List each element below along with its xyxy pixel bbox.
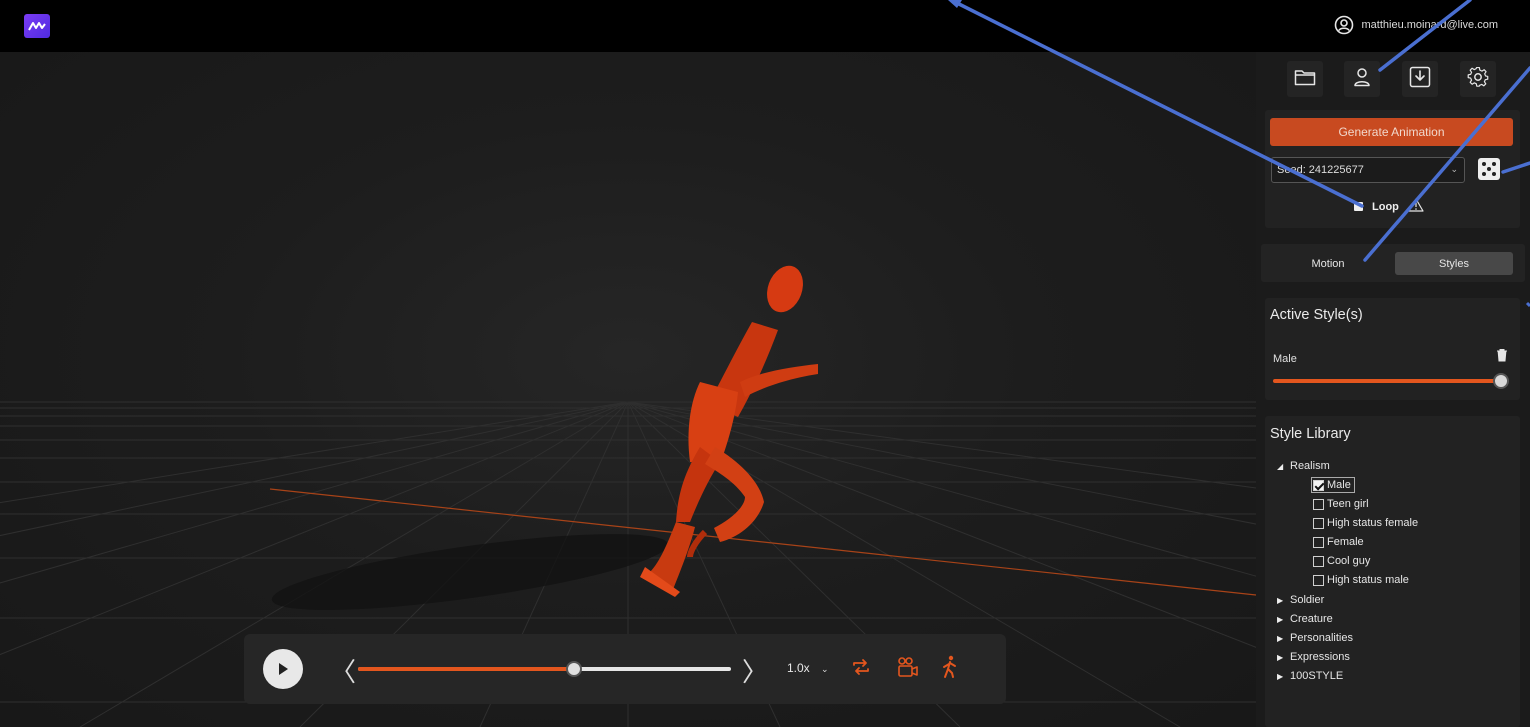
tree-group-label: Expressions (1290, 651, 1350, 663)
tree-group-label: Personalities (1290, 632, 1353, 644)
tree-group-label: Creature (1290, 613, 1333, 625)
seed-value: Seed: 241225677 (1277, 164, 1364, 176)
active-style-name: Male (1273, 353, 1297, 365)
tree-group-soldier[interactable]: ▶ Soldier (1277, 594, 1324, 606)
loop-checkbox[interactable] (1354, 202, 1363, 211)
tree-item-high-status-female[interactable]: High status female (1313, 517, 1418, 529)
checkbox[interactable] (1313, 574, 1324, 586)
play-button[interactable] (263, 649, 303, 689)
style-weight-handle[interactable] (1493, 373, 1509, 389)
tree-item-female[interactable]: Female (1313, 536, 1364, 548)
style-weight-slider[interactable] (1273, 379, 1503, 383)
gear-icon (1467, 66, 1489, 93)
open-project-button[interactable] (1287, 61, 1323, 97)
user-circle-icon (1334, 15, 1354, 35)
walking-figure-icon[interactable] (942, 655, 958, 684)
play-icon (279, 663, 288, 675)
tree-item-high-status-male[interactable]: High status male (1313, 574, 1409, 586)
checkbox-checked[interactable] (1313, 479, 1324, 491)
tree-item-cool-guy[interactable]: Cool guy (1313, 555, 1370, 567)
checkbox[interactable] (1313, 536, 1324, 548)
playback-bar: 〈 〉 1.0x ⌄ (244, 634, 1006, 704)
tree-group-personalities[interactable]: ▶ Personalities (1277, 632, 1353, 644)
caret-right-icon: ▶ (1277, 633, 1284, 643)
checkbox[interactable] (1313, 555, 1324, 567)
tree-group-label: 100STYLE (1290, 670, 1344, 682)
camera-follow-icon[interactable] (896, 655, 920, 684)
checkbox[interactable] (1313, 517, 1324, 529)
character-button[interactable] (1344, 61, 1380, 97)
tree-group-label: Soldier (1290, 594, 1325, 606)
tree-item-label: High status male (1327, 574, 1409, 586)
user-icon (1353, 67, 1371, 92)
export-button[interactable] (1402, 61, 1438, 97)
previous-frame-button[interactable]: 〈 (330, 652, 356, 689)
user-email: matthieu.moinard@live.com (1361, 19, 1499, 31)
timeline-progress (358, 667, 575, 671)
tree-group-creature[interactable]: ▶ Creature (1277, 613, 1333, 625)
caret-right-icon: ▶ (1277, 671, 1284, 681)
style-library-title: Style Library (1270, 426, 1351, 442)
speed-value: 1.0x (787, 661, 810, 675)
loop-label: Loop (1372, 200, 1399, 213)
seed-select[interactable]: Seed: 241225677 ⌄ (1271, 157, 1465, 183)
loop-option: Loop (1354, 198, 1424, 215)
tree-item-label: High status female (1327, 517, 1419, 529)
warning-icon[interactable] (1408, 198, 1424, 215)
tree-group-realism[interactable]: ◢ Realism (1277, 460, 1330, 472)
character-figure (640, 265, 818, 597)
caret-right-icon: ▶ (1277, 652, 1284, 662)
mode-tabs: Motion Styles (1261, 244, 1525, 282)
user-account[interactable]: matthieu.moinard@live.com (1334, 15, 1499, 35)
timeline-handle[interactable] (566, 661, 583, 677)
tree-item-male[interactable]: Male (1311, 477, 1355, 493)
next-frame-button[interactable]: 〉 (742, 652, 768, 689)
timeline-slider[interactable] (358, 661, 731, 677)
tree-group-100style[interactable]: ▶ 100STYLE (1277, 670, 1343, 682)
checkbox[interactable] (1313, 498, 1324, 510)
download-icon (1409, 66, 1431, 93)
caret-right-icon: ▶ (1277, 595, 1284, 605)
tree-item-label: Cool guy (1327, 555, 1371, 567)
tree-item-label: Male (1327, 479, 1351, 491)
folder-icon (1294, 68, 1316, 91)
caret-down-icon: ◢ (1277, 461, 1284, 471)
app-logo-icon[interactable] (24, 14, 50, 38)
active-styles-title: Active Style(s) (1270, 307, 1363, 323)
chevron-down-icon: ⌄ (821, 664, 829, 674)
trash-icon[interactable] (1496, 348, 1508, 367)
3d-viewport[interactable]: 〈 〉 1.0x ⌄ (0, 52, 1256, 727)
tree-group-label: Realism (1290, 460, 1330, 472)
settings-button[interactable] (1460, 61, 1496, 97)
tree-item-label: Female (1327, 536, 1364, 548)
tree-item-teen-girl[interactable]: Teen girl (1313, 498, 1369, 510)
generate-animation-button[interactable]: Generate Animation (1270, 118, 1513, 146)
speed-select[interactable]: 1.0x ⌄ (787, 661, 829, 675)
tree-group-expressions[interactable]: ▶ Expressions (1277, 651, 1350, 663)
tree-item-label: Teen girl (1327, 498, 1369, 510)
chevron-down-icon: ⌄ (1450, 164, 1458, 174)
floor-grid (0, 265, 1256, 727)
top-bar: matthieu.moinard@live.com (0, 0, 1530, 52)
randomize-seed-dice-icon[interactable] (1478, 158, 1500, 180)
right-sidebar: Generate Animation Seed: 241225677 ⌄ Loo… (1256, 52, 1530, 727)
caret-right-icon: ▶ (1277, 614, 1284, 624)
tab-motion[interactable]: Motion (1269, 252, 1387, 275)
tab-styles[interactable]: Styles (1395, 252, 1513, 275)
loop-toggle-icon[interactable] (850, 656, 872, 683)
